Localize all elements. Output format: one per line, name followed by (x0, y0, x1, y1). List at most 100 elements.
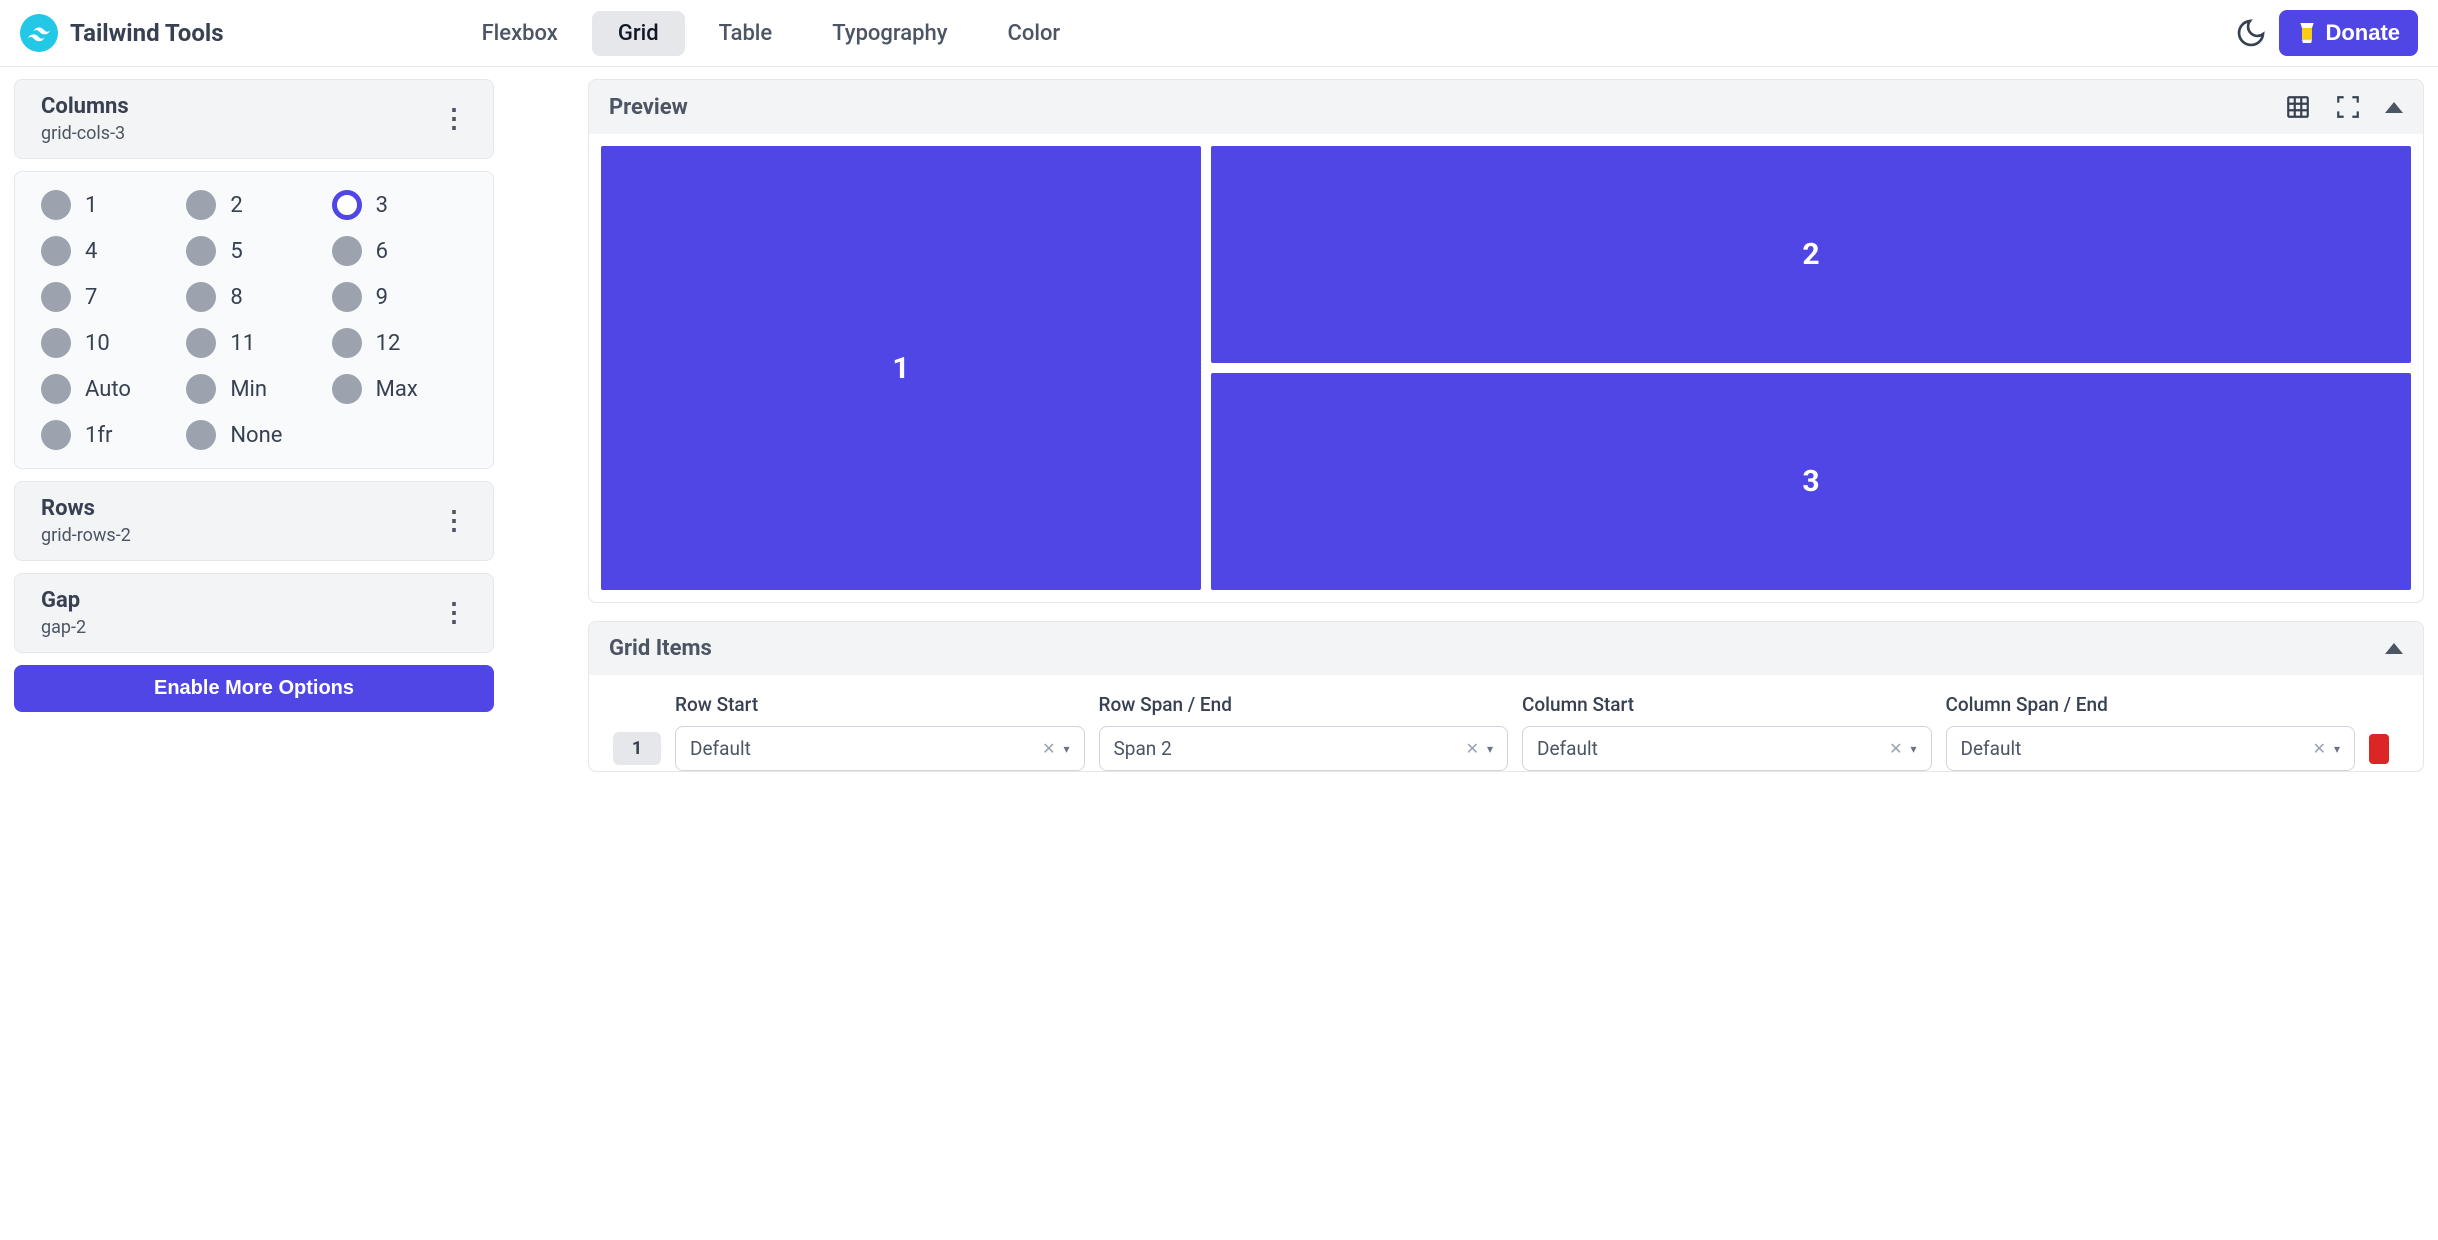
radio-circle-icon (186, 236, 216, 266)
nav-table[interactable]: Table (693, 11, 799, 56)
main-nav: Flexbox Grid Table Typography Color (456, 11, 1087, 56)
col-label-col-start: Column Start (1522, 693, 1932, 716)
columns-title: Columns (41, 94, 129, 119)
nav-flexbox[interactable]: Flexbox (456, 11, 584, 56)
gap-title: Gap (41, 588, 86, 613)
radio-label: 7 (85, 285, 97, 310)
nav-grid[interactable]: Grid (592, 11, 685, 56)
clear-icon[interactable]: ✕ (1889, 739, 1902, 758)
radio-col-4[interactable]: 4 (41, 236, 176, 266)
select-value: Default (1961, 737, 2022, 760)
rows-subtitle: grid-rows-2 (41, 525, 131, 546)
radio-circle-icon (332, 236, 362, 266)
preview-title: Preview (609, 95, 688, 120)
radio-col-6[interactable]: 6 (332, 236, 467, 266)
grid-items-actions (2385, 643, 2403, 654)
radio-circle-icon (41, 374, 71, 404)
chevron-down-icon: ▾ (1487, 742, 1493, 756)
radio-label: 1fr (85, 423, 112, 448)
rows-more-icon[interactable]: ⋮ (441, 508, 467, 534)
radio-col-11[interactable]: 11 (186, 328, 321, 358)
donate-button[interactable]: Donate (2279, 10, 2418, 56)
radio-col-2[interactable]: 2 (186, 190, 321, 220)
radio-col-8[interactable]: 8 (186, 282, 321, 312)
radio-label: 1 (85, 193, 97, 218)
grid-item-row: 1 Default ✕▾ Span 2 ✕▾ Default ✕▾ Defau (613, 726, 2399, 771)
select-col-start[interactable]: Default ✕▾ (1522, 726, 1932, 771)
preview-panel: Preview 1 2 3 (588, 79, 2424, 603)
preview-header: Preview (589, 80, 2423, 134)
col-label-row-start: Row Start (675, 693, 1085, 716)
radio-col-auto[interactable]: Auto (41, 374, 176, 404)
main-content: Preview 1 2 3 Grid Items (588, 79, 2424, 772)
header-right: Donate (2235, 10, 2418, 56)
columns-more-icon[interactable]: ⋮ (441, 106, 467, 132)
radio-label: 6 (376, 239, 388, 264)
radio-col-3[interactable]: 3 (332, 190, 467, 220)
radio-col-7[interactable]: 7 (41, 282, 176, 312)
clear-icon[interactable]: ✕ (2313, 739, 2326, 758)
radio-circle-icon (186, 328, 216, 358)
radio-circle-icon (186, 190, 216, 220)
radio-label: 2 (230, 193, 242, 218)
delete-row-button[interactable] (2369, 734, 2389, 764)
radio-col-12[interactable]: 12 (332, 328, 467, 358)
app-header: Tailwind Tools Flexbox Grid Table Typogr… (0, 0, 2438, 67)
radio-circle-icon (41, 190, 71, 220)
columns-subtitle: grid-cols-3 (41, 123, 129, 144)
grid-icon[interactable] (2285, 94, 2311, 120)
clear-icon[interactable]: ✕ (1466, 739, 1479, 758)
radio-circle-icon (332, 190, 362, 220)
radio-label: Max (376, 377, 418, 402)
radio-col-9[interactable]: 9 (332, 282, 467, 312)
radio-circle-icon (332, 282, 362, 312)
select-value: Default (1537, 737, 1598, 760)
grid-items-column-headers: Row Start Row Span / End Column Start Co… (613, 693, 2399, 716)
gap-subtitle: gap-2 (41, 617, 86, 638)
preview-cell-3: 3 (1211, 373, 2411, 590)
radio-circle-icon (186, 420, 216, 450)
radio-col-none[interactable]: None (186, 420, 321, 450)
cup-icon (2297, 21, 2317, 45)
radio-circle-icon (332, 328, 362, 358)
nav-typography[interactable]: Typography (806, 11, 973, 56)
enable-more-button[interactable]: Enable More Options (14, 665, 494, 712)
radio-label: 9 (376, 285, 388, 310)
radio-circle-icon (41, 236, 71, 266)
preview-cell-1: 1 (601, 146, 1201, 590)
radio-col-1fr[interactable]: 1fr (41, 420, 176, 450)
nav-color[interactable]: Color (982, 11, 1087, 56)
grid-item-number: 1 (613, 732, 661, 765)
radio-circle-icon (186, 282, 216, 312)
radio-col-max[interactable]: Max (332, 374, 467, 404)
radio-col-min[interactable]: Min (186, 374, 321, 404)
select-value: Default (690, 737, 751, 760)
rows-card[interactable]: Rows grid-rows-2 ⋮ (14, 481, 494, 561)
select-row-start[interactable]: Default ✕▾ (675, 726, 1085, 771)
col-label-col-span: Column Span / End (1946, 693, 2356, 716)
sidebar: Columns grid-cols-3 ⋮ 1 2 3 4 5 6 7 8 9 … (14, 79, 494, 772)
radio-col-1[interactable]: 1 (41, 190, 176, 220)
radio-label: 3 (376, 193, 388, 218)
app-logo (20, 14, 58, 52)
grid-items-body: Row Start Row Span / End Column Start Co… (589, 675, 2423, 771)
radio-label: Min (230, 377, 267, 402)
radio-col-5[interactable]: 5 (186, 236, 321, 266)
dark-mode-icon[interactable] (2235, 17, 2267, 49)
select-row-span[interactable]: Span 2 ✕▾ (1099, 726, 1509, 771)
preview-grid: 1 2 3 (601, 146, 2411, 590)
collapse-icon[interactable] (2385, 643, 2403, 654)
rows-header: Rows grid-rows-2 ⋮ (15, 482, 493, 560)
clear-icon[interactable]: ✕ (1042, 739, 1055, 758)
app-title: Tailwind Tools (70, 19, 224, 47)
radio-circle-icon (186, 374, 216, 404)
collapse-icon[interactable] (2385, 102, 2403, 113)
radio-label: 8 (230, 285, 242, 310)
donate-label: Donate (2325, 20, 2400, 46)
radio-label: None (230, 423, 282, 448)
fullscreen-icon[interactable] (2335, 94, 2361, 120)
gap-more-icon[interactable]: ⋮ (441, 600, 467, 626)
radio-col-10[interactable]: 10 (41, 328, 176, 358)
select-col-span[interactable]: Default ✕▾ (1946, 726, 2356, 771)
gap-card[interactable]: Gap gap-2 ⋮ (14, 573, 494, 653)
